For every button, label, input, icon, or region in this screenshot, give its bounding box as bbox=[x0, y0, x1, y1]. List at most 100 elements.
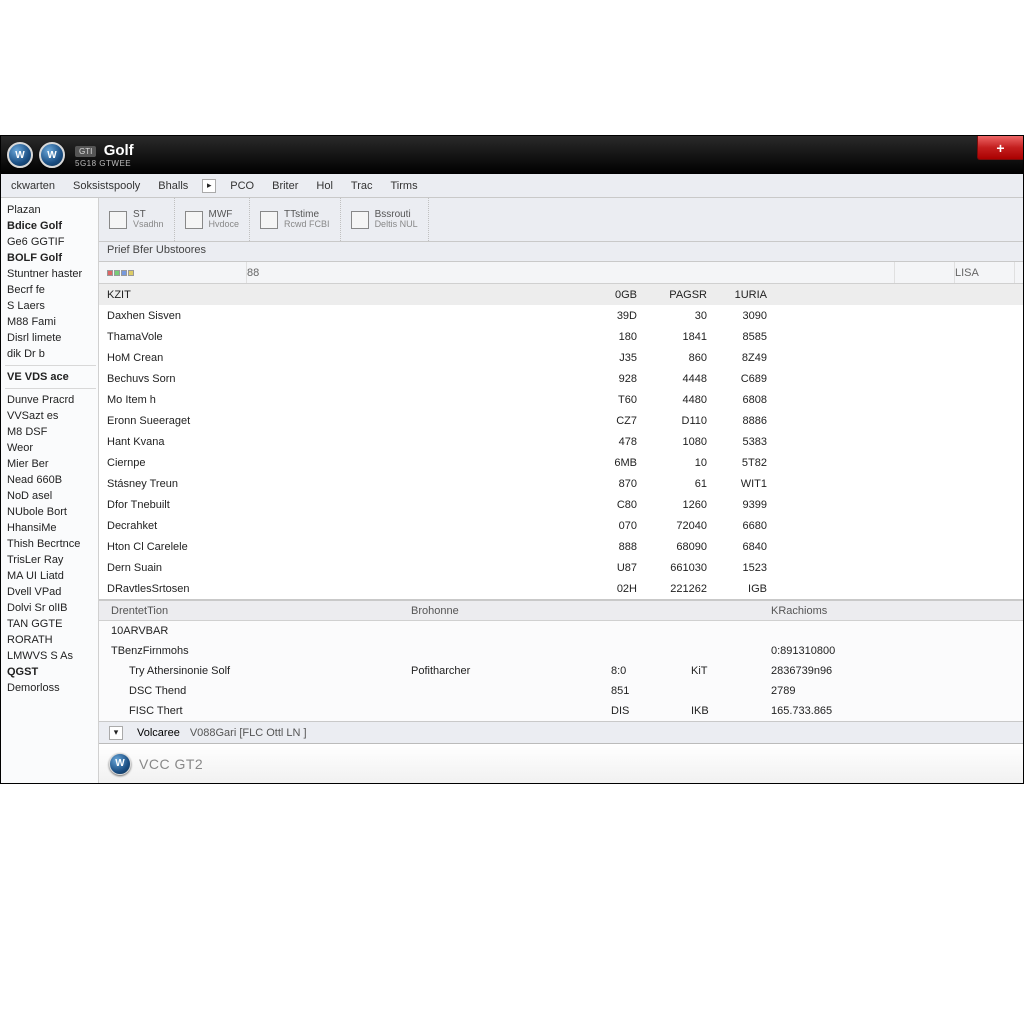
table-row[interactable]: Eronn SueeragetCZ7D1108886 bbox=[99, 410, 1023, 431]
bottom-cell: 165.733.865 bbox=[771, 705, 971, 717]
sidebar-item[interactable]: NUbole Bort bbox=[5, 504, 96, 520]
sidebar-item[interactable]: Thish Becrtnce bbox=[5, 536, 96, 552]
menu-item[interactable]: PCO bbox=[222, 177, 262, 195]
sidebar-item[interactable]: Dunve Pracrd bbox=[5, 392, 96, 408]
bottom-cell: 0:891310800 bbox=[771, 645, 971, 657]
bottom-cell: DSC Thend bbox=[111, 685, 411, 697]
sidebar-item[interactable]: Becrf fe bbox=[5, 282, 96, 298]
sidebar-item[interactable]: dik Dr b bbox=[5, 346, 96, 362]
bottom-row[interactable]: Try Athersinonie SolfPofitharcher8:0KiT2… bbox=[99, 661, 1023, 681]
sidebar-item[interactable]: Weor bbox=[5, 440, 96, 456]
close-button[interactable]: + bbox=[977, 136, 1023, 160]
menu-item[interactable]: Hol bbox=[308, 177, 341, 195]
toolbar-group[interactable]: TTstimeRcwd FCBI bbox=[250, 198, 341, 241]
tool-label: STVsadhn bbox=[133, 210, 164, 229]
table-row[interactable]: Bechuvs Sorn9284448C689 bbox=[99, 368, 1023, 389]
sidebar-item[interactable]: Demorloss bbox=[5, 680, 96, 696]
status-item[interactable]: Volcaree bbox=[137, 727, 180, 739]
table-cell: D110 bbox=[647, 415, 717, 427]
bottom-row[interactable]: FISC ThertDISIKB165.733.865 bbox=[99, 701, 1023, 721]
grid-header-cell[interactable]: LISA bbox=[955, 262, 1015, 283]
titlebar: W W GTI Golf 5G18 GTWEE + bbox=[1, 136, 1023, 174]
bottom-header-cell[interactable]: KRachioms bbox=[771, 605, 971, 617]
grid-header-cell[interactable] bbox=[895, 262, 955, 283]
table-cell: 180 bbox=[247, 331, 647, 343]
table-cell: 4448 bbox=[647, 373, 717, 385]
table-cell: 72040 bbox=[647, 520, 717, 532]
table-row[interactable]: Daxhen Sisven39D303090 bbox=[99, 305, 1023, 326]
sidebar-item[interactable]: QGST bbox=[5, 664, 96, 680]
table-cell: HoM Crean bbox=[107, 352, 247, 364]
menu-item[interactable]: Soksistspooly bbox=[65, 177, 148, 195]
sidebar-item[interactable]: MA UI Liatd bbox=[5, 568, 96, 584]
table-cell: 661030 bbox=[647, 562, 717, 574]
table-cell: 3090 bbox=[717, 310, 777, 322]
table-row[interactable]: Mo Item hT6044806808 bbox=[99, 389, 1023, 410]
table-row[interactable]: Ciernpe6MB105T82 bbox=[99, 452, 1023, 473]
sidebar-item[interactable]: TAN GGTE bbox=[5, 616, 96, 632]
sidebar-item[interactable]: HhansiMe bbox=[5, 520, 96, 536]
sidebar-item[interactable]: LMWVS S As bbox=[5, 648, 96, 664]
menu-item[interactable]: Trac bbox=[343, 177, 381, 195]
table-cell: 478 bbox=[247, 436, 647, 448]
sidebar-item[interactable]: VVSazt es bbox=[5, 408, 96, 424]
table-row[interactable]: Decrahket070720406680 bbox=[99, 515, 1023, 536]
menu-item[interactable]: ckwarten bbox=[3, 177, 63, 195]
sidebar-item[interactable]: Bdice Golf bbox=[5, 218, 96, 234]
sidebar-item[interactable]: Ge6 GGTIF bbox=[5, 234, 96, 250]
sidebar-item[interactable]: NoD asel bbox=[5, 488, 96, 504]
sidebar-item[interactable]: Stuntner haster bbox=[5, 266, 96, 282]
sidebar-item[interactable]: M88 Fami bbox=[5, 314, 96, 330]
sidebar-item[interactable]: TrisLer Ray bbox=[5, 552, 96, 568]
table-row[interactable]: Dfor TnebuiltC8012609399 bbox=[99, 494, 1023, 515]
table-row[interactable]: KZIT0GBPAGSR1URIA bbox=[99, 284, 1023, 305]
table-cell: Eronn Sueeraget bbox=[107, 415, 247, 427]
menu-item[interactable]: Briter bbox=[264, 177, 306, 195]
toolbar-group[interactable]: STVsadhn bbox=[99, 198, 175, 241]
status-checkbox-icon[interactable]: ▾ bbox=[109, 726, 123, 740]
grid-header-cell[interactable] bbox=[107, 262, 247, 283]
toolbar-group[interactable]: MWFHvdoce bbox=[175, 198, 251, 241]
tool-label: BssroutiDeltis NUL bbox=[375, 210, 418, 229]
vw-logo-icon: W bbox=[109, 753, 131, 775]
table-cell: C80 bbox=[247, 499, 647, 511]
table-row[interactable]: HoM CreanJ358608Z49 bbox=[99, 347, 1023, 368]
table-row[interactable]: DRavtlesSrtosen02H221262IGB bbox=[99, 578, 1023, 599]
bottom-header-cell[interactable]: DrentetTion bbox=[111, 605, 411, 617]
table-cell: 070 bbox=[247, 520, 647, 532]
menu-item[interactable]: Bhalls bbox=[150, 177, 196, 195]
table-cell: 6680 bbox=[717, 520, 777, 532]
toolbar-group[interactable]: BssroutiDeltis NUL bbox=[341, 198, 429, 241]
sidebar-item[interactable]: RORATH bbox=[5, 632, 96, 648]
sidebar-item[interactable]: Disrl limete bbox=[5, 330, 96, 346]
table-row[interactable]: Hant Kvana47810805383 bbox=[99, 431, 1023, 452]
sidebar-item[interactable]: Dolvi Sr olIB bbox=[5, 600, 96, 616]
sidebar-item[interactable]: VE VDS ace bbox=[5, 369, 96, 385]
status-item[interactable]: V088Gari [FLC Ottl LN ] bbox=[190, 727, 307, 739]
main-panel: STVsadhn MWFHvdoceTTstimeRcwd FCBI Bssrout… bbox=[99, 198, 1023, 783]
sidebar-item[interactable]: M8 DSF bbox=[5, 424, 96, 440]
table-cell: 1URIA bbox=[717, 289, 777, 301]
menu-checkbox-icon[interactable]: ▸ bbox=[202, 179, 216, 193]
menu-item[interactable]: Tirms bbox=[383, 177, 426, 195]
table-row[interactable]: Hton Cl Carelele888680906840 bbox=[99, 536, 1023, 557]
table-cell: Bechuvs Sorn bbox=[107, 373, 247, 385]
sidebar-item[interactable]: Plazan bbox=[5, 202, 96, 218]
table-row[interactable]: Stásney Treun87061WIT1 bbox=[99, 473, 1023, 494]
table-cell: 1260 bbox=[647, 499, 717, 511]
grid-body: KZIT0GBPAGSR1URIADaxhen Sisven39D303090T… bbox=[99, 284, 1023, 599]
bottom-section-row[interactable]: TBenzFirnmohs 0:891310800 bbox=[99, 641, 1023, 661]
sidebar-item[interactable]: S Laers bbox=[5, 298, 96, 314]
sidebar-item[interactable]: BOLF Golf bbox=[5, 250, 96, 266]
sidebar-item[interactable]: Dvell VPad bbox=[5, 584, 96, 600]
table-row[interactable]: Dern SuainU876610301523 bbox=[99, 557, 1023, 578]
bottom-cell: TBenzFirnmohs bbox=[111, 645, 411, 657]
table-row[interactable]: ThamaVole18018418585 bbox=[99, 326, 1023, 347]
bottom-row[interactable]: DSC Thend8512789 bbox=[99, 681, 1023, 701]
sidebar-item[interactable]: Nead 660B bbox=[5, 472, 96, 488]
bottom-header-cell[interactable]: Brohonne bbox=[411, 605, 611, 617]
grid-header-cell[interactable]: 88 bbox=[247, 262, 895, 283]
table-cell: 1841 bbox=[647, 331, 717, 343]
sidebar-item[interactable]: Mier Ber bbox=[5, 456, 96, 472]
bottom-section-row[interactable]: 10ARVBAR bbox=[99, 621, 1023, 641]
